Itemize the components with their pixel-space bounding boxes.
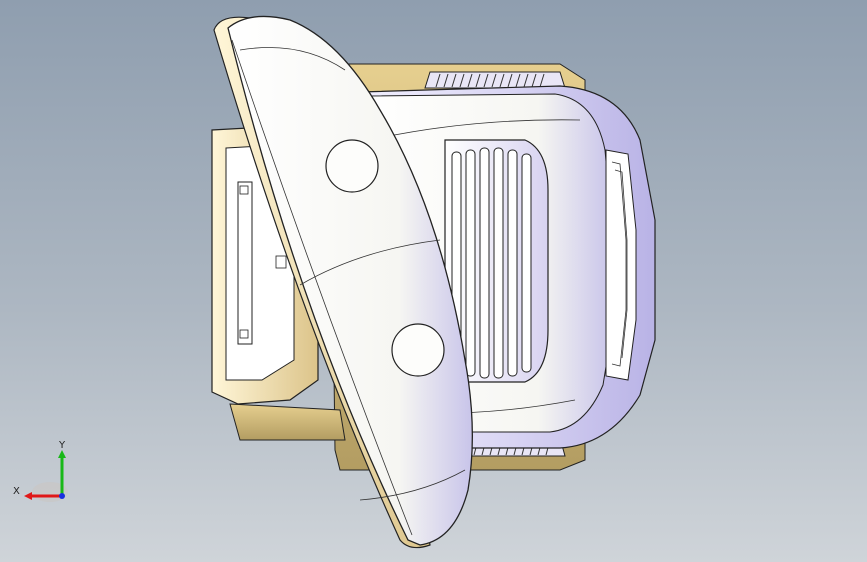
graphics-viewport[interactable]: X Y <box>0 0 867 562</box>
y-axis-head-icon <box>58 450 66 458</box>
upper-round-button <box>325 139 379 193</box>
cad-model-view[interactable] <box>0 0 867 562</box>
z-axis-dot-icon <box>59 493 65 499</box>
lower-round-button <box>391 323 445 377</box>
x-axis-label: X <box>13 486 20 497</box>
side-vent <box>605 149 637 381</box>
coordinate-triad: X Y <box>13 440 68 502</box>
x-axis-head-icon <box>24 492 32 500</box>
top-vent <box>424 71 566 89</box>
y-axis-label: Y <box>58 440 66 451</box>
